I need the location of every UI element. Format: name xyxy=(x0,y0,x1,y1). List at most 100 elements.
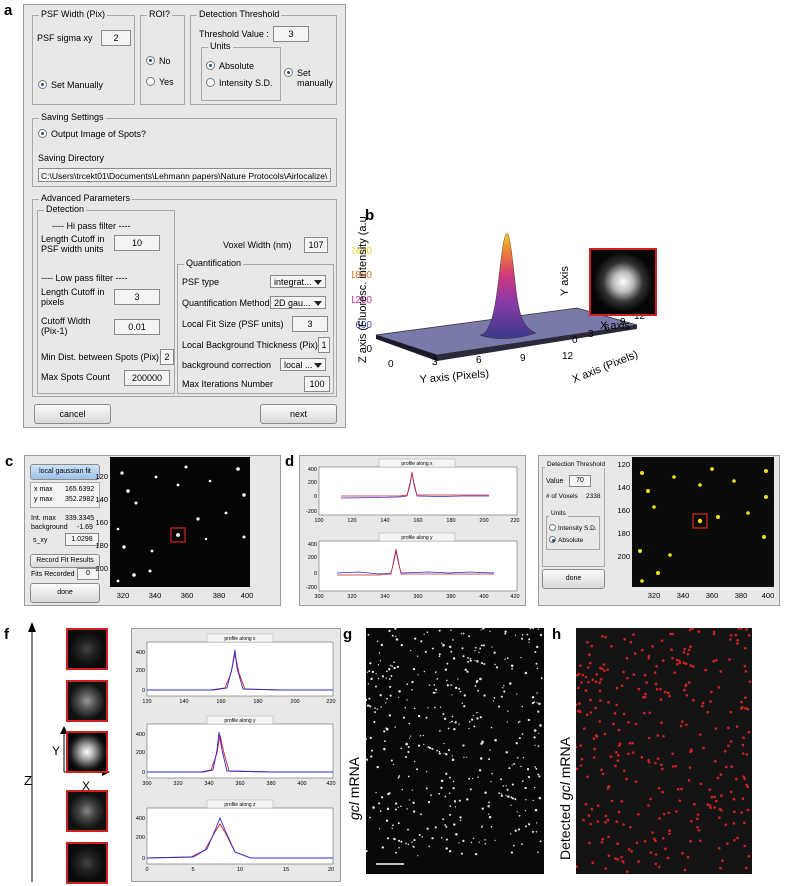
detected-spot xyxy=(598,720,601,723)
mrna-spot xyxy=(466,670,469,673)
saving-directory-field[interactable]: C:\Users\trcekt01\Documents\Lehmann pape… xyxy=(38,168,331,182)
d-bot-y-tick: -200 xyxy=(306,585,317,591)
mrna-spot xyxy=(504,658,506,660)
length-cutoff-1-label-b: PSF width units xyxy=(41,244,104,254)
mrna-spot xyxy=(431,747,434,750)
detected-spot xyxy=(588,653,591,656)
voxel-width-label: Voxel Width (nm) xyxy=(223,240,292,250)
mrna-spot xyxy=(531,702,534,705)
h-detected-text: Detected xyxy=(557,800,573,860)
roi-yes-radio[interactable] xyxy=(146,77,155,86)
detected-spot xyxy=(675,810,678,813)
roi-title: ROI? xyxy=(147,9,173,19)
max-spots-field[interactable]: 200000 xyxy=(124,370,170,386)
detected-spot xyxy=(743,777,746,780)
done-button[interactable]: done xyxy=(30,583,100,603)
threshold-manually-label: manually xyxy=(297,78,334,88)
mrna-spot xyxy=(461,702,464,705)
mrna-spot xyxy=(513,844,515,847)
mrna-spot xyxy=(421,836,424,838)
detected-spot xyxy=(698,733,702,736)
quant-method-dropdown[interactable]: 2D gau... xyxy=(270,296,326,309)
length-cutoff-1-field[interactable]: 10 xyxy=(114,235,160,251)
bg-corr-dropdown[interactable]: local ... xyxy=(280,358,326,371)
x-tick: 3 xyxy=(588,329,594,340)
mrna-spot xyxy=(511,764,513,766)
cutoff-width-field[interactable]: 0.01 xyxy=(114,319,160,335)
mrna-spot xyxy=(539,840,542,843)
mrna-spot xyxy=(480,644,483,647)
mrna-spot xyxy=(397,806,399,809)
mrna-spot xyxy=(527,823,531,826)
f-plot2-title: profile along y xyxy=(224,718,256,724)
mrna-spot xyxy=(515,742,518,745)
mrna-spot xyxy=(488,758,491,761)
mrna-spot xyxy=(479,677,482,681)
mrna-spot xyxy=(451,758,455,762)
f-p1-x-tick: 200 xyxy=(290,699,299,705)
e-y-tick: 160 xyxy=(617,506,630,515)
profile-plots-d: profile along x 400 200 0 -200 100 120 1… xyxy=(306,458,520,600)
detected-spot xyxy=(684,662,688,665)
airlocalize-settings-dialog: PSF Width (Pix) PSF sigma xy 2 Set Manua… xyxy=(23,4,346,428)
threshold-value-field[interactable]: 3 xyxy=(273,26,309,42)
local-bg-field[interactable]: 1 xyxy=(318,337,330,353)
f-p1-y-tick: 0 xyxy=(142,688,145,694)
detected-spot xyxy=(627,848,631,851)
mrna-spot xyxy=(367,683,370,685)
mrna-spot xyxy=(391,634,394,637)
mrna-spot xyxy=(466,756,468,758)
mrna-spot xyxy=(420,813,422,816)
mrna-spot xyxy=(417,674,419,676)
mrna-spot xyxy=(536,667,539,670)
mrna-spot xyxy=(528,641,530,644)
roi-no-radio[interactable] xyxy=(146,56,155,65)
intensity-sd-radio[interactable] xyxy=(206,78,215,87)
mrna-spot xyxy=(440,779,444,783)
panel-label-h: h xyxy=(552,626,562,643)
mrna-spot xyxy=(389,694,392,697)
next-button[interactable]: next xyxy=(260,404,337,424)
psf-type-dropdown[interactable]: integrat... xyxy=(270,275,326,288)
detected-spot xyxy=(651,645,654,648)
detected-spot xyxy=(616,842,619,845)
local-fit-field[interactable]: 3 xyxy=(292,316,328,332)
detected-spot xyxy=(603,732,607,736)
detected-spot xyxy=(721,859,724,862)
record-fit-results-button[interactable]: Record Fit Results xyxy=(30,554,100,568)
mrna-spot xyxy=(376,765,379,769)
min-dist-field[interactable]: 2 xyxy=(160,349,174,365)
detected-spot xyxy=(640,648,644,652)
absolute-radio[interactable] xyxy=(206,61,215,70)
cancel-button[interactable]: cancel xyxy=(34,404,111,424)
quantification-subgroup: Quantification PSF type integrat... Quan… xyxy=(177,258,334,394)
detected-spot xyxy=(745,753,749,756)
e-absolute-radio[interactable] xyxy=(549,536,556,543)
detected-spot xyxy=(584,802,588,806)
output-image-radio[interactable] xyxy=(38,129,47,138)
length-cutoff-2-field[interactable]: 3 xyxy=(114,289,160,305)
top-plot-area xyxy=(318,466,518,516)
local-gaussian-fit-button[interactable]: local gaussian fit xyxy=(30,464,100,480)
mrna-spot xyxy=(460,852,463,855)
mrna-spot xyxy=(435,688,438,691)
mrna-spot xyxy=(517,721,520,724)
threshold-set-manually-radio[interactable] xyxy=(284,68,293,77)
mrna-spot xyxy=(383,730,386,733)
e-done-button[interactable]: done xyxy=(542,569,605,589)
set-manually-radio[interactable] xyxy=(38,80,47,89)
mrna-spot xyxy=(436,749,438,752)
panel-label-d: d xyxy=(285,453,295,470)
mrna-spot xyxy=(404,707,407,709)
f-p1-x-tick: 120 xyxy=(142,699,151,705)
e-intensity-sd-radio[interactable] xyxy=(549,524,556,531)
detected-spot xyxy=(744,670,748,673)
mrna-spot xyxy=(537,745,540,747)
mrna-spot xyxy=(508,767,511,770)
mrna-spot xyxy=(389,664,392,666)
psf-sigma-field[interactable]: 2 xyxy=(101,30,131,46)
e-value-field[interactable]: 70 xyxy=(569,475,591,487)
voxel-width-field[interactable]: 107 xyxy=(304,237,328,253)
max-iter-field[interactable]: 100 xyxy=(304,376,330,392)
e-y-tick: 140 xyxy=(617,483,630,492)
